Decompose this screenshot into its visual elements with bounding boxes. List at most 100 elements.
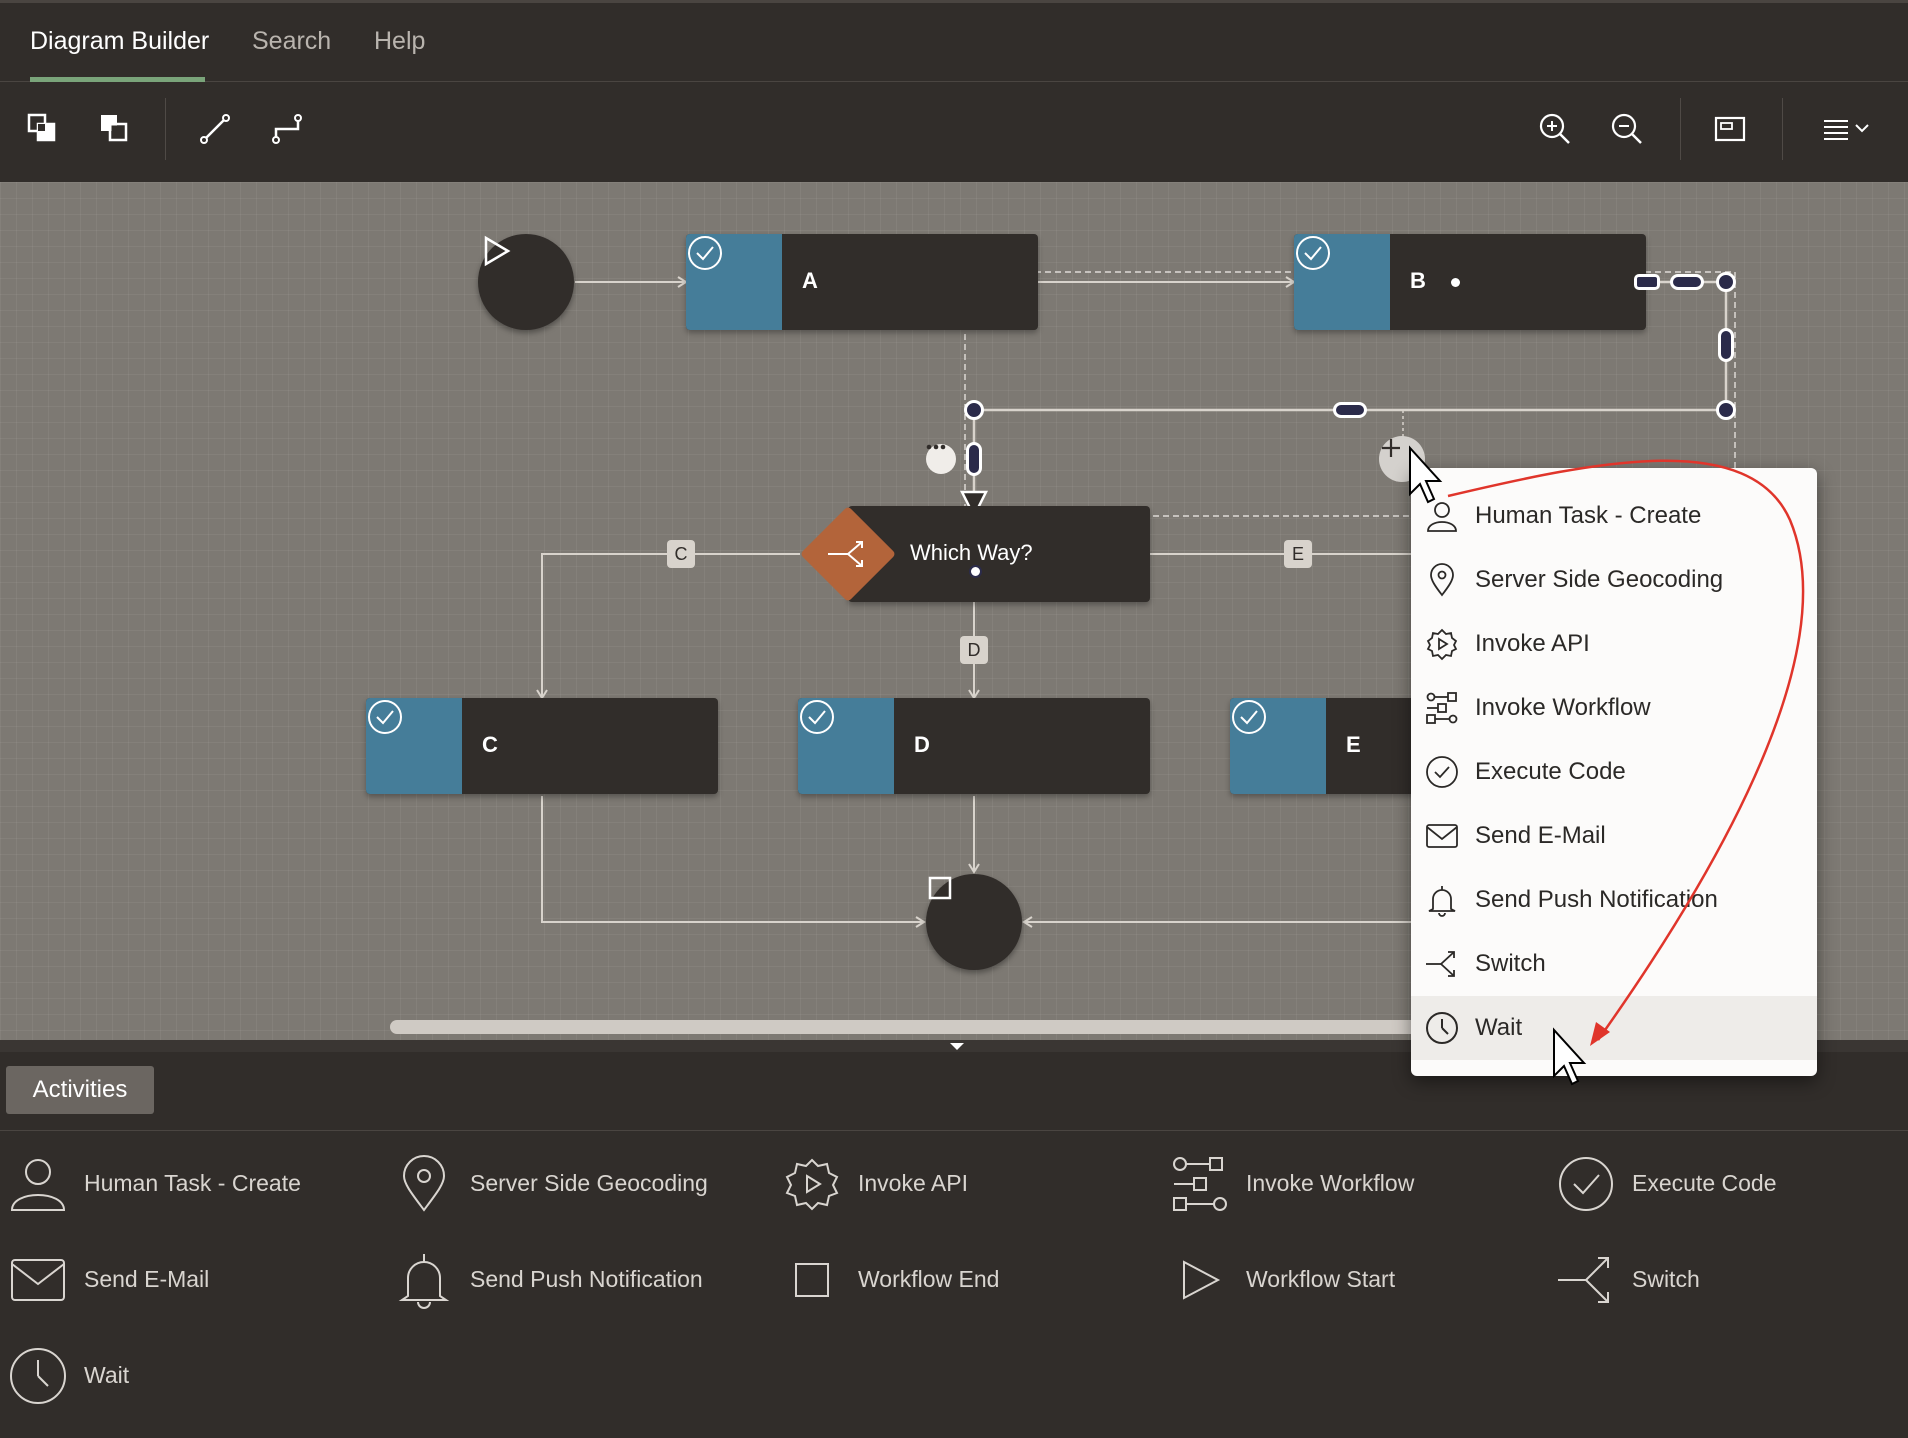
switch-icon [1558,1257,1609,1303]
toolbar-divider [165,98,166,160]
menu-item-label: Wait [1475,1014,1523,1041]
user-icon [10,1159,66,1211]
check-circle-icon [1559,1157,1613,1211]
bell-icon [398,1254,450,1309]
menu-item-geocoding[interactable]: Server Side Geocoding [1411,548,1817,612]
map-pin-icon [402,1155,446,1212]
zoom-out-button[interactable] [1602,104,1652,154]
palette-item-label: Invoke API [858,1170,968,1196]
task-node-c[interactable]: C [366,698,718,794]
task-label: C [482,732,498,757]
collapse-caret-icon [950,1043,964,1050]
panel-divider [0,1130,1908,1131]
palette-item-invoke-workflow[interactable]: Invoke Workflow [1170,1150,1530,1214]
connector-handle[interactable] [966,442,982,476]
connector-handle[interactable] [1333,402,1367,418]
send-backward-button[interactable] [90,104,140,154]
task-icon-area [366,698,462,794]
connector-handle[interactable] [1634,274,1660,290]
menu-item-execute-code[interactable]: Execute Code [1411,740,1817,804]
orthogonal-connector-icon [272,114,302,144]
port-dot [969,565,982,578]
zoom-out-icon [1611,113,1642,144]
straight-connector-icon [200,114,230,144]
palette-item-label: Send E-Mail [84,1266,210,1292]
tab-search[interactable]: Search [252,27,331,56]
switch-icon [1426,951,1455,977]
more-options-button[interactable] [926,444,956,474]
menu-dropdown-button[interactable] [1818,104,1878,154]
task-icon-area [1294,234,1390,330]
connector-handle[interactable] [1716,272,1736,292]
task-node-a[interactable]: A [686,234,1038,330]
connector-c-end[interactable] [541,796,926,928]
tab-diagram-builder[interactable]: Diagram Builder [30,27,209,56]
play-icon [484,235,511,267]
connector-handle[interactable] [1718,328,1734,362]
task-icon-area [686,234,782,330]
straight-connector-button[interactable] [190,104,240,154]
connector-label-d[interactable]: D [960,636,988,664]
menu-item-send-email[interactable]: Send E-Mail [1411,804,1817,868]
connector-label-c[interactable]: C [667,540,695,568]
task-label: D [914,732,930,757]
zoom-in-button[interactable] [1530,104,1580,154]
task-node-d[interactable]: D [798,698,1150,794]
menu-item-invoke-api[interactable]: Invoke API [1411,612,1817,676]
palette-item-label: Workflow Start [1246,1266,1396,1292]
task-node-b[interactable]: B [1294,234,1646,330]
palette-item-label: Workflow End [858,1266,1000,1292]
task-label: A [802,268,818,293]
palette-item-invoke-api[interactable]: Invoke API [782,1150,1142,1214]
connector-label-e[interactable]: E [1284,540,1312,568]
toolbar-divider [1680,98,1681,160]
check-circle-icon [1296,236,1330,270]
palette-item-geocoding[interactable]: Server Side Geocoding [394,1150,754,1214]
stop-icon [928,876,952,900]
connector-handle[interactable] [964,400,984,420]
clock-icon [10,1348,66,1404]
palette-item-execute-code[interactable]: Execute Code [1556,1150,1896,1214]
connector-switch-c[interactable] [536,553,800,700]
bring-forward-button[interactable] [18,104,68,154]
map-pin-icon [1430,563,1454,597]
menu-item-label: Invoke API [1475,630,1590,657]
palette-item-switch[interactable]: Switch [1556,1246,1896,1310]
switch-label: Which Way? [910,540,1033,565]
fit-view-button[interactable] [1705,104,1755,154]
palette-item-human-task[interactable]: Human Task - Create [8,1150,368,1214]
task-icon-area [798,698,894,794]
workflow-start-node[interactable] [478,234,574,330]
workflow-end-node[interactable] [926,874,1022,970]
workflow-icon [1173,1157,1227,1211]
menu-item-label: Switch [1475,950,1546,977]
tab-help[interactable]: Help [374,27,425,56]
palette-item-send-email[interactable]: Send E-Mail [8,1246,368,1310]
menu-item-switch[interactable]: Switch [1411,932,1817,996]
check-circle-icon [1426,756,1458,788]
stop-icon [795,1263,829,1297]
check-circle-icon [688,236,722,270]
palette-item-wait[interactable]: Wait [8,1342,368,1406]
menu-item-push-notification[interactable]: Send Push Notification [1411,868,1817,932]
palette-item-workflow-end[interactable]: Workflow End [782,1246,1142,1310]
tab-activities[interactable]: Activities [6,1066,154,1114]
send-backward-icon [101,115,128,142]
palette-item-label: Invoke Workflow [1246,1170,1415,1196]
connector-handle[interactable] [1670,274,1704,290]
clock-icon [1426,1012,1458,1044]
workflow-icon [1426,692,1458,724]
play-icon [1183,1260,1221,1300]
menu-item-label: Send E-Mail [1475,822,1606,849]
menu-item-wait[interactable]: Wait [1411,996,1817,1060]
ellipsis-icon [926,444,946,450]
menu-icon [1824,120,1869,140]
switch-icon [828,541,863,567]
menu-item-invoke-workflow[interactable]: Invoke Workflow [1411,676,1817,740]
menu-item-human-task[interactable]: Human Task - Create [1411,484,1817,548]
orthogonal-connector-button[interactable] [262,104,312,154]
toolbar-divider [1782,98,1783,160]
palette-item-push-notification[interactable]: Send Push Notification [394,1246,754,1310]
connector-handle[interactable] [1716,400,1736,420]
palette-item-workflow-start[interactable]: Workflow Start [1170,1246,1530,1310]
